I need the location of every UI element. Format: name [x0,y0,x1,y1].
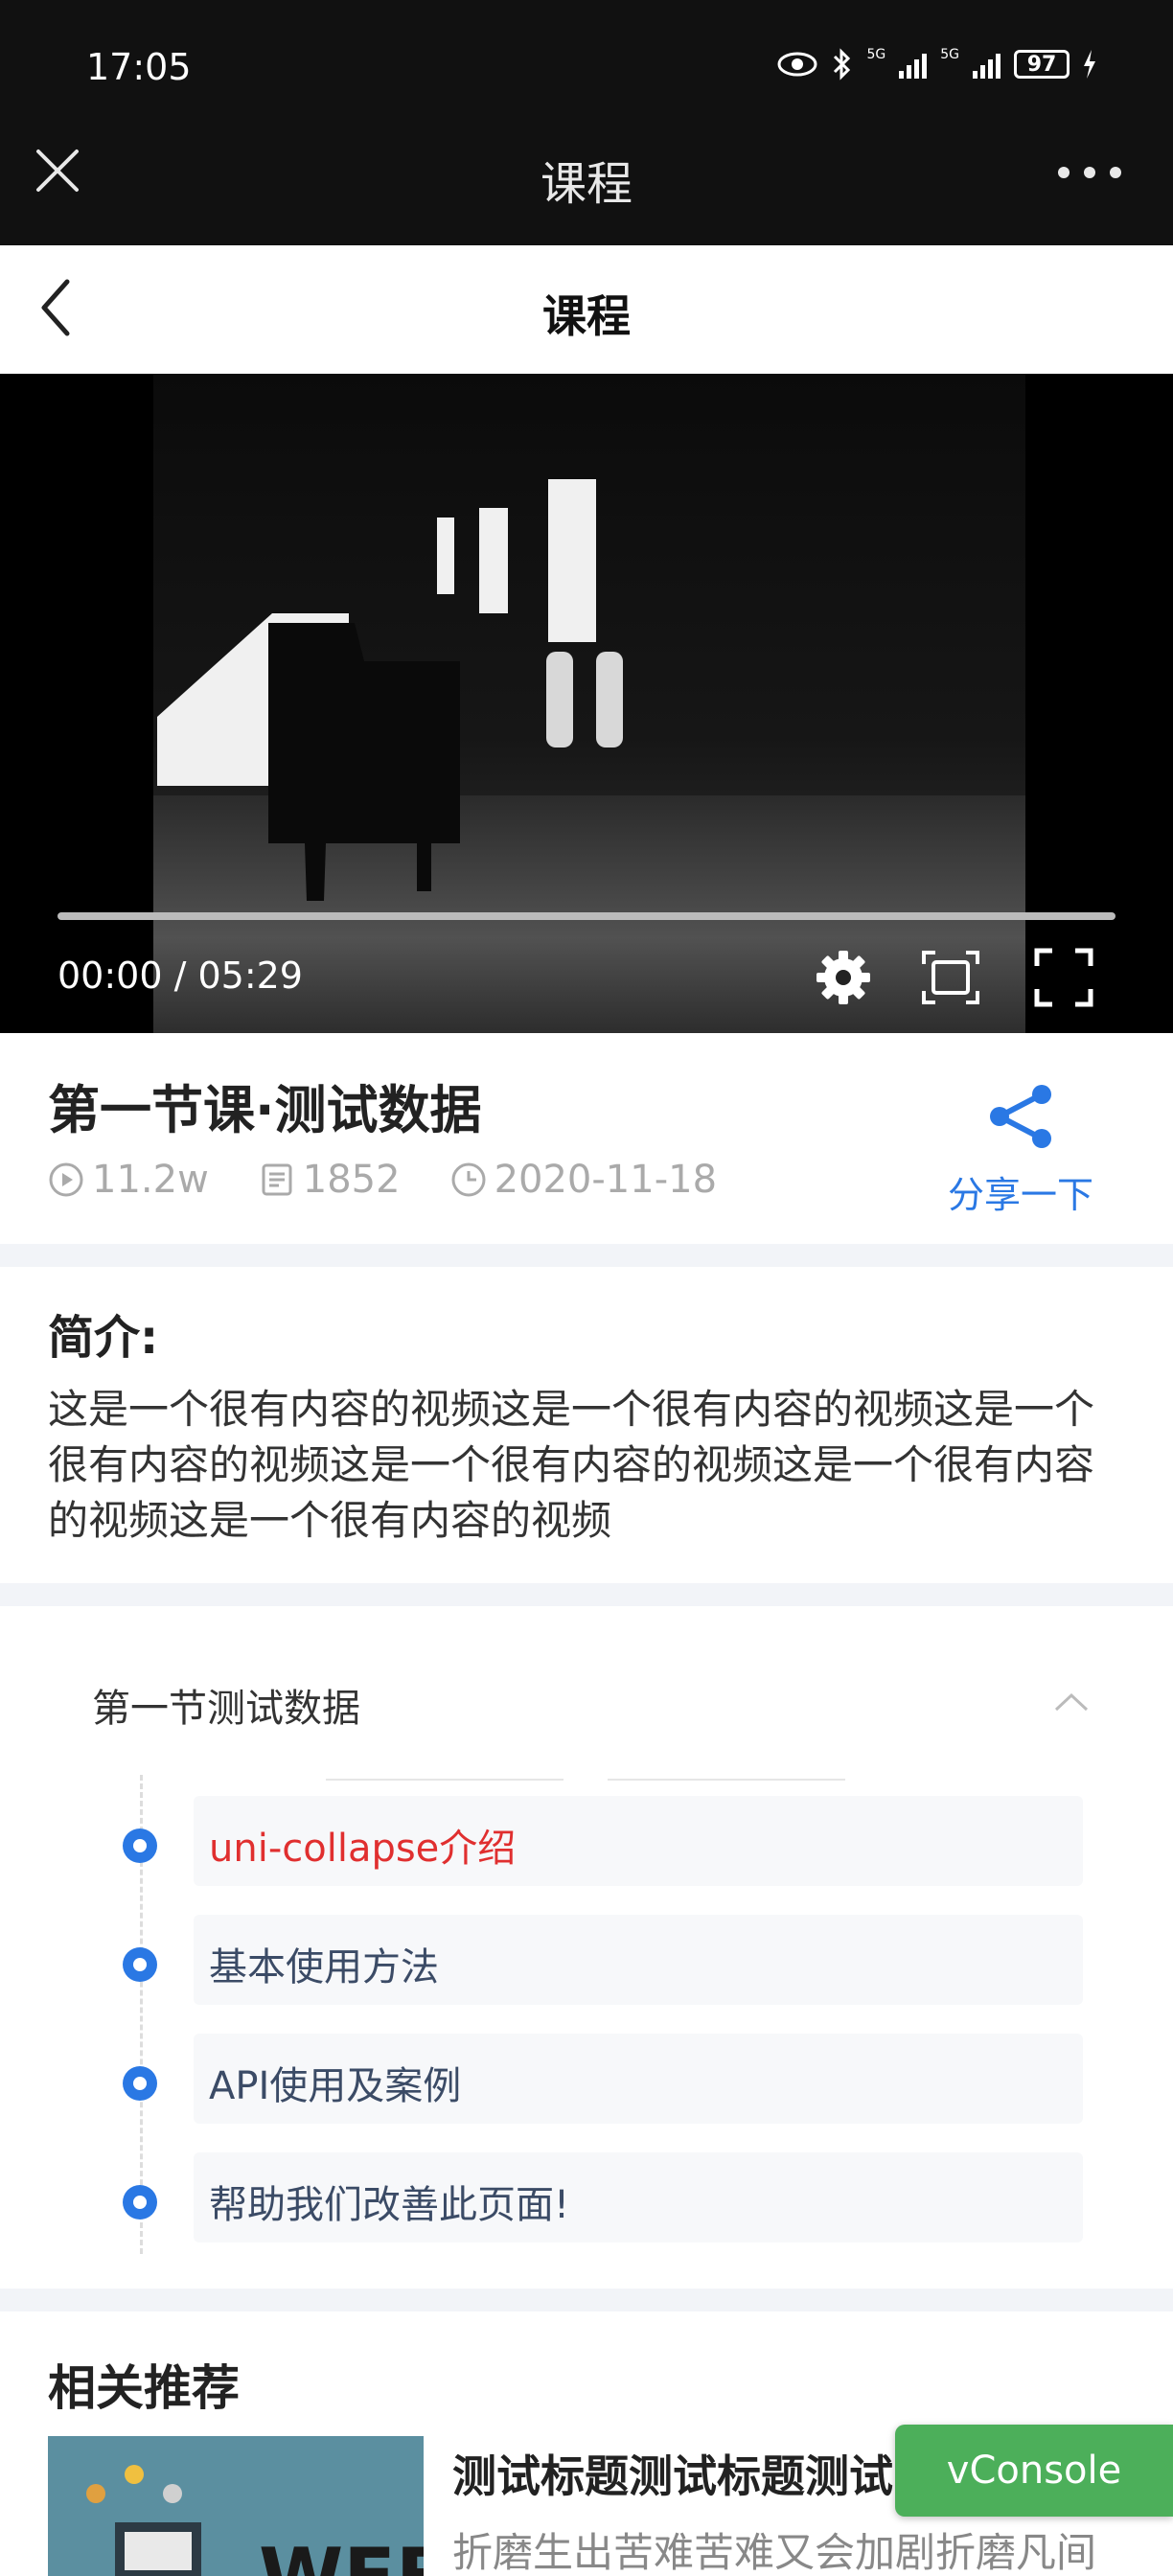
bluetooth-icon [834,48,851,80]
related-item-title[interactable]: 测试标题测试标题测试 [452,2442,893,2505]
share-label: 分享一下 [947,1174,1093,1216]
lesson-meta: 11.2w 1852 2020-11-18 [48,1158,767,1202]
publish-date: 2020-11-18 [494,1158,718,1202]
status-time: 17:05 [86,46,192,88]
piano-silhouette [268,623,460,901]
intro-section: 简介: 这是一个很有内容的视频这是一个很有内容的视频这是一个很有内容的视频这是一… [0,1267,1173,1583]
meta-comments: 1852 [259,1158,401,1202]
chapter-item-label: 帮助我们改善此页面! [209,2183,570,2227]
settings-icon[interactable] [813,947,874,1008]
page-title: 课程 [542,290,631,342]
video-player[interactable]: 00:00 / 05:29 [0,374,1173,1033]
play-count-icon [49,1162,83,1197]
intro-text: 这是一个很有内容的视频这是一个很有内容的视频这是一个很有内容的视频这是一个很有内… [48,1386,1095,1544]
status-icons: 5G 5G 97 [776,48,1096,80]
timeline-dot [123,1828,157,1863]
timeline-dot [123,2185,157,2220]
more-icon[interactable] [1056,165,1123,180]
battery-icon: 97 [1014,50,1070,79]
thumbnail-illustration [86,2465,201,2576]
related-thumbnail[interactable]: WEB [48,2436,424,2576]
clock-icon [451,1162,486,1197]
screen-fit-icon[interactable] [920,947,981,1008]
share-button[interactable]: 分享一下 [939,1081,1102,1218]
top-bar-title: 课程 [540,157,632,211]
chapter-item[interactable]: 帮助我们改善此页面! [194,2152,1083,2242]
fullscreen-icon[interactable] [1033,947,1094,1008]
section-divider [0,1244,1173,1267]
share-icon [990,1085,1051,1148]
window-shape [479,508,508,613]
window-shape [548,479,596,642]
top-bar: 课程 [0,96,1173,245]
lesson-info: 第一节课·测试数据 11.2w 1852 2020-11-18 分享一下 [0,1033,1173,1244]
page-header: 课程 [0,245,1173,374]
collapse-heading[interactable]: 第一节测试数据 [92,1677,360,1733]
chapter-item-label: API使用及案例 [209,2064,462,2108]
lesson-title: 第一节课·测试数据 [48,1080,482,1140]
signal-1-icon [899,50,928,79]
eye-icon [777,52,817,77]
charging-icon [1084,50,1095,79]
section-divider [0,2288,1173,2312]
separator [326,1779,564,1781]
signal-2-icon [973,50,1000,79]
comments-count: 1852 [302,1158,401,1202]
separator [608,1779,845,1781]
related-item-desc: 折磨生出苦难苦难又会加剧折磨凡间 [452,2529,1097,2576]
timeline-dot [123,1947,157,1982]
signal-2-label: 5G [940,47,959,62]
timeline-dot [123,2066,157,2101]
views-count: 11.2w [92,1158,209,1202]
meta-views: 11.2w [48,1158,209,1202]
chapter-item-label: uni-collapse介绍 [209,1827,517,1871]
vconsole-button[interactable]: vConsole [895,2425,1173,2517]
chapter-item-label: 基本使用方法 [209,1945,439,1990]
chevron-up-icon[interactable] [1052,1690,1091,1714]
comment-icon [262,1163,292,1196]
pause-icon[interactable] [546,652,627,748]
chapter-item[interactable]: API使用及案例 [194,2034,1083,2124]
thumbnail-text: WEB [259,2532,424,2576]
meta-date: 2020-11-18 [450,1158,717,1202]
section-divider [0,1583,1173,1606]
video-time: 00:00 / 05:29 [58,954,303,997]
chapter-collapse: 第一节测试数据 uni-collapse介绍 基本使用方法 API使用及案例 帮… [0,1606,1173,2288]
intro-title: 简介: [48,1311,159,1365]
related-title: 相关推荐 [48,2360,240,2416]
chapter-item[interactable]: uni-collapse介绍 [194,1796,1083,1886]
signal-1-label: 5G [866,47,886,62]
window-shape [437,518,454,594]
progress-bar[interactable] [58,912,1116,920]
chapter-item[interactable]: 基本使用方法 [194,1915,1083,2005]
